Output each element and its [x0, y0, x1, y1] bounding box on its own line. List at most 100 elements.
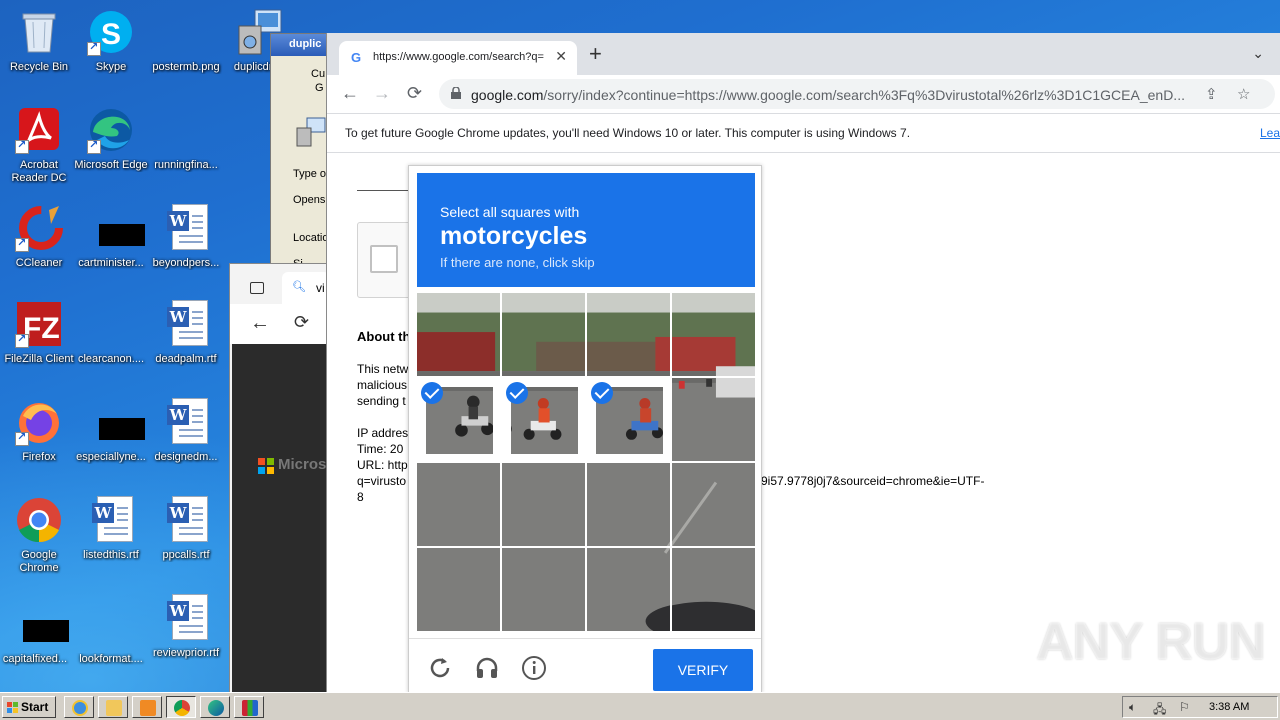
taskbar-ie-button[interactable]	[64, 696, 94, 718]
desktop-icon-listedthis[interactable]: W listedthis.rtf	[72, 492, 150, 584]
icon-label: Acrobat Reader DC	[11, 159, 67, 184]
learn-more-link[interactable]: Learn more	[1260, 126, 1280, 140]
archive-icon	[242, 700, 258, 716]
tab-actions-icon[interactable]	[250, 282, 264, 294]
captcha-tile[interactable]	[417, 548, 500, 631]
desktop-icon-postermb[interactable]: postermb.png	[147, 4, 225, 96]
desktop-icon-reviewprior[interactable]: W reviewprior.rtf	[147, 590, 225, 682]
tile-photo	[417, 293, 500, 376]
url-text: google.com/sorry/index?continue=https://…	[471, 87, 1195, 103]
tile-photo	[672, 463, 755, 546]
desktop-icon-firefox[interactable]: Firefox	[0, 394, 78, 486]
verify-button[interactable]: VERIFY	[653, 649, 753, 691]
desktop-icon-acrobat[interactable]: Acrobat Reader DC	[0, 102, 78, 194]
info-icon[interactable]	[521, 655, 547, 681]
desktop-icon-microsoft-edge[interactable]: Microsoft Edge	[72, 102, 150, 194]
icon-label: CCleaner	[15, 257, 63, 269]
taskbar-media-player-button[interactable]	[132, 696, 162, 718]
captcha-tile[interactable]	[672, 293, 755, 376]
captcha-tile[interactable]	[587, 463, 670, 546]
desktop-icon-ppcalls[interactable]: W ppcalls.rtf	[147, 492, 225, 584]
network-icon[interactable]: 🖧︎	[1153, 700, 1166, 720]
icon-label: FileZilla Client	[4, 353, 74, 365]
about-text-line: sending t	[357, 394, 406, 408]
new-tab-button[interactable]: +	[589, 43, 602, 65]
captcha-footer: VERIFY	[409, 638, 761, 692]
dialog-tab[interactable]: G	[315, 82, 324, 94]
captcha-hint: If there are none, click skip	[440, 255, 595, 270]
desktop-icon-clearcanon[interactable]: clearcanon....	[72, 296, 150, 388]
captcha-header: Select all squares with motorcycles If t…	[417, 173, 755, 287]
icon-label: Google Chrome	[19, 549, 59, 574]
captcha-tile[interactable]	[587, 548, 670, 631]
address-bar[interactable]: google.com/sorry/index?continue=https://…	[439, 79, 1275, 109]
desktop-icon-especiallyne[interactable]: especiallyne...	[72, 394, 150, 486]
icon-label: listedthis.rtf	[83, 549, 139, 561]
desktop-icon-deadpalm[interactable]: W deadpalm.rtf	[147, 296, 225, 388]
taskbar-edge-button[interactable]	[200, 696, 230, 718]
shortcut-arrow-icon	[87, 40, 101, 56]
desktop-icon-google-chrome[interactable]: Google Chrome	[0, 492, 78, 584]
url-line-query: q=virusto	[357, 474, 407, 488]
captcha-tile[interactable]	[672, 378, 755, 461]
dialog-tab[interactable]: Cu	[311, 68, 325, 80]
recaptcha-checkbox[interactable]	[370, 245, 398, 273]
time-line: Time: 20	[357, 442, 404, 456]
desktop-icon-cartminister[interactable]: cartminister...	[72, 200, 150, 292]
headphones-icon[interactable]	[474, 655, 500, 681]
firefox-icon	[15, 398, 63, 446]
close-icon[interactable]: ✕	[555, 48, 567, 65]
file-icon	[87, 300, 135, 348]
microsoft-logo-icon	[258, 458, 274, 474]
refresh-icon[interactable]: ⟳	[407, 83, 422, 103]
desktop-icon-runningfina[interactable]: runningfina...	[147, 102, 225, 194]
refresh-icon[interactable]: ⟳	[294, 312, 309, 333]
volume-icon[interactable]: 🔈︎	[1129, 700, 1136, 715]
tile-photo	[502, 463, 585, 546]
chevron-down-icon[interactable]: ⌄	[1252, 45, 1264, 62]
captcha-tile[interactable]	[672, 463, 755, 546]
desktop-icon-filezilla[interactable]: FZ FileZilla Client	[0, 296, 78, 388]
captcha-tile[interactable]	[417, 293, 500, 376]
tile-photo	[672, 293, 755, 376]
svg-text:S: S	[101, 18, 121, 51]
back-arrow-icon[interactable]: ←	[341, 83, 359, 103]
tile-photo	[587, 463, 670, 546]
desktop-icon-ccleaner[interactable]: CCleaner	[0, 200, 78, 292]
reload-icon[interactable]	[427, 655, 453, 681]
shortcut-arrow-icon	[15, 430, 29, 446]
shortcut-arrow-icon	[15, 138, 29, 154]
captcha-tile[interactable]	[587, 378, 670, 461]
desktop-icon-designedm[interactable]: W designedm...	[147, 394, 225, 486]
lock-icon	[451, 87, 461, 99]
taskbar-chrome-button[interactable]	[166, 696, 196, 718]
captcha-tile[interactable]	[502, 463, 585, 546]
desktop-icon-capitalfixed[interactable]: capitalfixed...	[0, 596, 74, 688]
back-arrow-icon[interactable]: ←	[250, 312, 270, 335]
edge-tab[interactable]: 🔍︎ vi	[282, 272, 330, 304]
bookmark-star-icon[interactable]: ☆	[1237, 85, 1250, 103]
edge-window: 🔍︎ vi ← ⟳ Microso	[229, 263, 336, 692]
flag-icon[interactable]: ⚐	[1179, 700, 1190, 714]
icon-label: clearcanon....	[77, 353, 145, 365]
captcha-tile[interactable]	[502, 548, 585, 631]
captcha-tile[interactable]	[502, 378, 585, 461]
share-icon[interactable]: ⇪	[1205, 85, 1218, 103]
browser-tab[interactable]: G https://www.google.com/search?q= ✕	[339, 41, 577, 75]
desktop-icon-recycle-bin[interactable]: Recycle Bin	[0, 4, 78, 96]
captcha-tile[interactable]	[672, 548, 755, 631]
file-icon	[11, 600, 69, 648]
captcha-tile[interactable]	[417, 463, 500, 546]
clock[interactable]: 3:38 AM	[1209, 701, 1249, 713]
captcha-tile[interactable]	[587, 293, 670, 376]
captcha-tile[interactable]	[417, 378, 500, 461]
taskbar-explorer-button[interactable]	[98, 696, 128, 718]
captcha-tile[interactable]	[502, 293, 585, 376]
desktop-icon-lookformat[interactable]: lookformat....	[72, 596, 150, 688]
forward-arrow-icon[interactable]: →	[373, 83, 391, 103]
desktop-icon-beyondpers[interactable]: W beyondpers...	[147, 200, 225, 292]
start-button[interactable]: Start	[2, 696, 56, 718]
shortcut-arrow-icon	[87, 138, 101, 154]
desktop-icon-skype[interactable]: S Skype	[72, 4, 150, 96]
taskbar-archive-button[interactable]	[234, 696, 264, 718]
